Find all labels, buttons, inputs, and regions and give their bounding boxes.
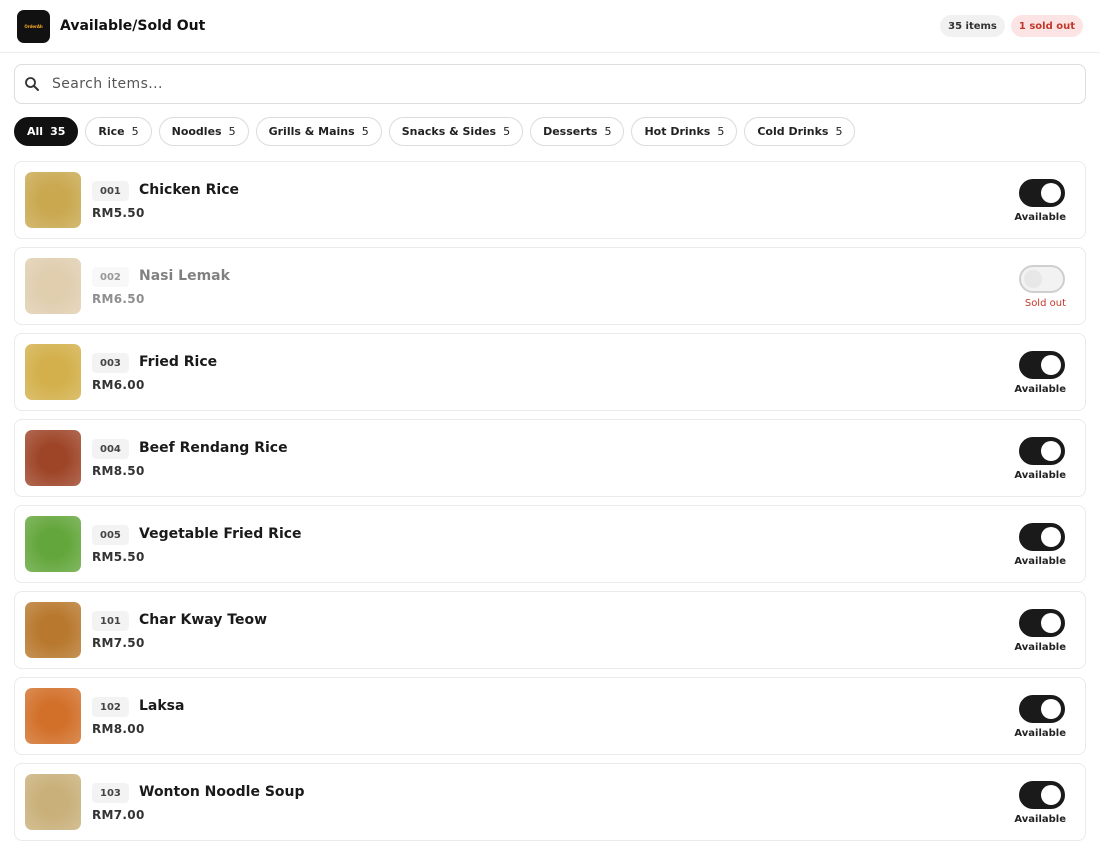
item-code: 002 [92,267,129,287]
search-input[interactable] [52,76,1052,92]
app-header: OrderAh Available/Sold Out 35 items 1 so… [0,0,1100,53]
item-name: Chicken Rice [139,182,239,198]
item-row: 003 Fried Rice RM6.00 Available [14,333,1086,411]
item-code: 005 [92,525,129,545]
header-badges: 35 items 1 sold out [940,15,1083,37]
page-title: Available/Sold Out [60,18,206,34]
availability-status: Sold out [1024,298,1066,309]
item-code: 001 [92,181,129,201]
item-name: Beef Rendang Rice [139,440,288,456]
tab-count: 5 [228,125,236,138]
item-name: Nasi Lemak [139,268,230,284]
tab-label: Rice [98,125,125,138]
search-bar[interactable] [14,64,1086,104]
item-price: RM5.50 [92,550,145,564]
tab-all[interactable]: All 35 [14,117,79,146]
item-name: Char Kway Teow [139,612,268,628]
items-count-badge: 35 items [940,15,1005,37]
item-name: Fried Rice [139,354,218,370]
tab-label: Noodles [171,125,222,138]
item-price: RM7.00 [92,808,145,822]
item-price: RM8.00 [92,722,145,736]
item-row: 005 Vegetable Fried Rice RM5.50 Available [14,505,1086,583]
tab-desserts[interactable]: Desserts 5 [530,117,625,146]
availability-toggle[interactable] [1019,351,1065,379]
item-price: RM6.00 [92,378,145,392]
availability-toggle[interactable] [1019,265,1065,293]
tab-noodles[interactable]: Noodles 5 [158,117,249,146]
item-row: 002 Nasi Lemak RM6.50 Sold out [14,247,1086,325]
item-list: 001 Chicken Rice RM5.50 Available 002 Nasi Le… [14,161,1086,849]
item-price: RM7.50 [92,636,145,650]
item-name: Vegetable Fried Rice [139,526,302,542]
item-code: 102 [92,697,129,717]
tab-label: Hot Drinks [644,125,711,138]
tab-count: 5 [717,125,725,138]
availability-status: Available [1014,642,1066,653]
item-thumbnail [25,688,81,744]
tab-label: Desserts [543,125,598,138]
availability-status: Available [1014,728,1066,739]
tab-label: All [27,125,44,138]
availability-status: Available [1014,212,1066,223]
item-price: RM8.50 [92,464,145,478]
item-code: 101 [92,611,129,631]
tab-count: 5 [503,125,511,138]
tab-label: Snacks & Sides [401,125,497,138]
item-thumbnail [25,430,81,486]
tab-rice[interactable]: Rice 5 [85,117,152,146]
item-thumbnail [25,258,81,314]
item-code: 003 [92,353,129,373]
tab-snacks-sides[interactable]: Snacks & Sides 5 [388,117,524,146]
item-row: 101 Char Kway Teow RM7.50 Available [14,591,1086,669]
sold-out-badge: 1 sold out [1010,15,1083,37]
availability-toggle[interactable] [1019,609,1065,637]
tab-label: Grills & Mains [268,125,355,138]
tab-count: 5 [835,125,843,138]
availability-status: Available [1014,470,1066,481]
tab-label: Cold Drinks [757,125,829,138]
item-thumbnail [25,344,81,400]
tab-count: 5 [604,125,612,138]
item-thumbnail [25,172,81,228]
item-name: Laksa [139,698,185,714]
item-row: 102 Laksa RM8.00 Available [14,677,1086,755]
tab-count: 35 [50,125,66,138]
app-logo: OrderAh [17,9,50,43]
availability-toggle[interactable] [1019,179,1065,207]
search-icon [25,77,39,91]
availability-status: Available [1014,384,1066,395]
item-thumbnail [25,602,81,658]
item-row: 001 Chicken Rice RM5.50 Available [14,161,1086,239]
item-price: RM6.50 [92,292,145,306]
item-row: 004 Beef Rendang Rice RM8.50 Available [14,419,1086,497]
item-thumbnail [25,774,81,830]
availability-status: Available [1014,814,1066,825]
availability-toggle[interactable] [1019,523,1065,551]
item-price: RM5.50 [92,206,145,220]
logo-text: OrderAh [24,23,43,29]
tab-cold-drinks[interactable]: Cold Drinks 5 [744,117,856,146]
item-row: 103 Wonton Noodle Soup RM7.00 Available [14,763,1086,841]
item-name: Wonton Noodle Soup [139,784,305,800]
item-thumbnail [25,516,81,572]
item-code: 103 [92,783,129,803]
tab-hot-drinks[interactable]: Hot Drinks 5 [631,117,738,146]
tab-count: 5 [361,125,369,138]
item-code: 004 [92,439,129,459]
availability-status: Available [1014,556,1066,567]
availability-toggle[interactable] [1019,437,1065,465]
tab-count: 5 [131,125,139,138]
availability-toggle[interactable] [1019,695,1065,723]
category-tabs: All 35 Rice 5 Noodles 5 Grills & Mains 5 Snacks … [14,117,856,146]
availability-toggle[interactable] [1019,781,1065,809]
tab-grills-mains[interactable]: Grills & Mains 5 [255,117,382,146]
